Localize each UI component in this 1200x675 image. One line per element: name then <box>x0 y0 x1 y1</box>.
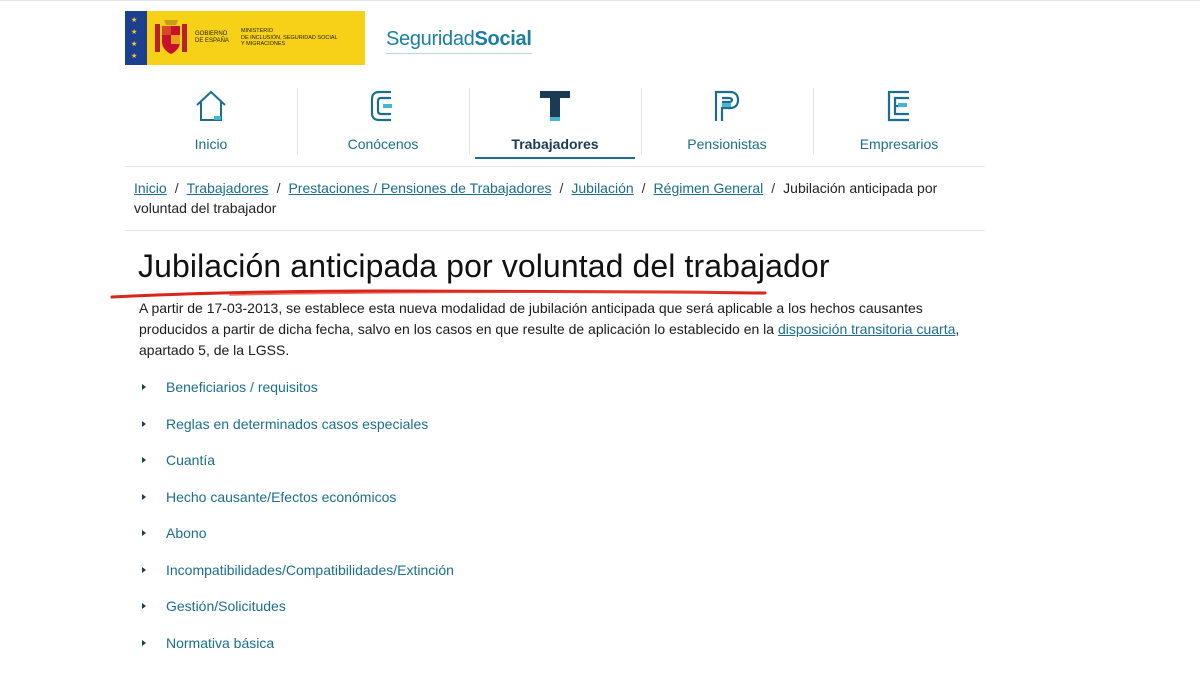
caret-right-icon <box>142 603 146 609</box>
letter-c-icon <box>369 86 397 126</box>
eu-flag-icon: ★ ★ ★ ★ <box>125 11 147 65</box>
caret-right-icon <box>142 493 146 500</box>
section-link[interactable]: Cuantía <box>166 450 215 470</box>
list-item: Cuantía <box>141 450 454 487</box>
caret-right-icon <box>142 420 146 427</box>
list-item: Abono <box>141 523 454 560</box>
nav-item-conocenos[interactable]: Conócenos <box>297 84 469 160</box>
house-icon <box>194 86 228 126</box>
caret-right-icon <box>142 566 146 573</box>
breadcrumb-link-jubilacion[interactable]: Jubilación <box>571 180 633 196</box>
list-item: Normativa básica <box>141 633 454 670</box>
section-link[interactable]: Reglas en determinados casos especiales <box>166 414 428 434</box>
nav-item-inicio[interactable]: Inicio <box>125 84 297 160</box>
disposicion-transitoria-link[interactable]: disposición transitoria cuarta <box>778 321 955 337</box>
letter-p-icon <box>713 86 741 126</box>
section-links-list: Beneficiarios / requisitos Reglas en det… <box>141 377 454 669</box>
section-link[interactable]: Beneficiarios / requisitos <box>166 377 318 397</box>
caret-right-icon <box>142 384 146 390</box>
section-link[interactable]: Hecho causante/Efectos económicos <box>166 487 396 507</box>
nav-divider <box>125 166 985 167</box>
nav-item-empresarios[interactable]: Empresarios <box>813 84 985 160</box>
breadcrumb-separator: / <box>559 180 564 196</box>
list-item: Beneficiarios / requisitos <box>141 377 454 414</box>
caret-right-icon <box>142 530 146 536</box>
list-item: Incompatibilidades/Compatibilidades/Exti… <box>141 560 454 597</box>
list-item: Hecho causante/Efectos económicos <box>141 487 454 524</box>
breadcrumb: Inicio / Trabajadores / Prestaciones / Pensi… <box>134 178 954 218</box>
breadcrumb-separator: / <box>771 180 776 196</box>
nav-label: Pensionistas <box>687 136 767 152</box>
section-link[interactable]: Incompatibilidades/Compatibilidades/Exti… <box>166 560 454 580</box>
letter-t-icon <box>539 86 571 126</box>
section-link[interactable]: Abono <box>166 523 206 543</box>
nav-label: Empresarios <box>859 136 939 152</box>
section-link[interactable]: Gestión/Solicitudes <box>166 596 286 616</box>
breadcrumb-link-prestaciones[interactable]: Prestaciones / Pensiones de Trabajadores <box>288 180 551 196</box>
intro-paragraph: A partir de 17-03-2013, se establece est… <box>139 298 969 361</box>
nav-label: Trabajadores <box>511 136 599 152</box>
breadcrumb-separator: / <box>641 180 646 196</box>
breadcrumb-separator: / <box>276 180 281 196</box>
breadcrumb-divider <box>125 230 985 231</box>
government-logo[interactable]: ★ ★ ★ ★ GOBIERNO DE ESPAÑA MINISTERIO DE IN… <box>125 11 365 65</box>
nav-item-pensionistas[interactable]: Pensionistas <box>641 84 813 160</box>
list-item: Reglas en determinados casos especiales <box>141 414 454 451</box>
letter-e-icon <box>886 86 912 126</box>
breadcrumb-separator: / <box>174 180 179 196</box>
caret-right-icon <box>142 639 146 646</box>
ministry-name: MINISTERIO DE INCLUSIÓN, SEGURIDAD SOCIA… <box>241 28 338 48</box>
section-link[interactable]: Normativa básica <box>166 633 274 653</box>
list-item: Gestión/Solicitudes <box>141 596 454 633</box>
breadcrumb-link-trabajadores[interactable]: Trabajadores <box>187 180 269 196</box>
nav-label: Inicio <box>194 136 228 152</box>
top-divider <box>0 0 1200 1</box>
caret-right-icon <box>142 457 146 463</box>
active-indicator <box>475 157 635 159</box>
breadcrumb-link-inicio[interactable]: Inicio <box>134 180 167 196</box>
nav-item-trabajadores[interactable]: Trabajadores <box>469 84 641 160</box>
gov-name: GOBIERNO DE ESPAÑA <box>195 31 229 44</box>
breadcrumb-link-regimen-general[interactable]: Régimen General <box>654 180 764 196</box>
coat-of-arms-icon <box>153 18 189 58</box>
nav-label: Conócenos <box>347 136 419 152</box>
seguridad-social-logo[interactable]: SeguridadSocial <box>386 28 532 54</box>
main-nav: Inicio Conócenos Trabajadores Pensionist… <box>125 84 985 160</box>
